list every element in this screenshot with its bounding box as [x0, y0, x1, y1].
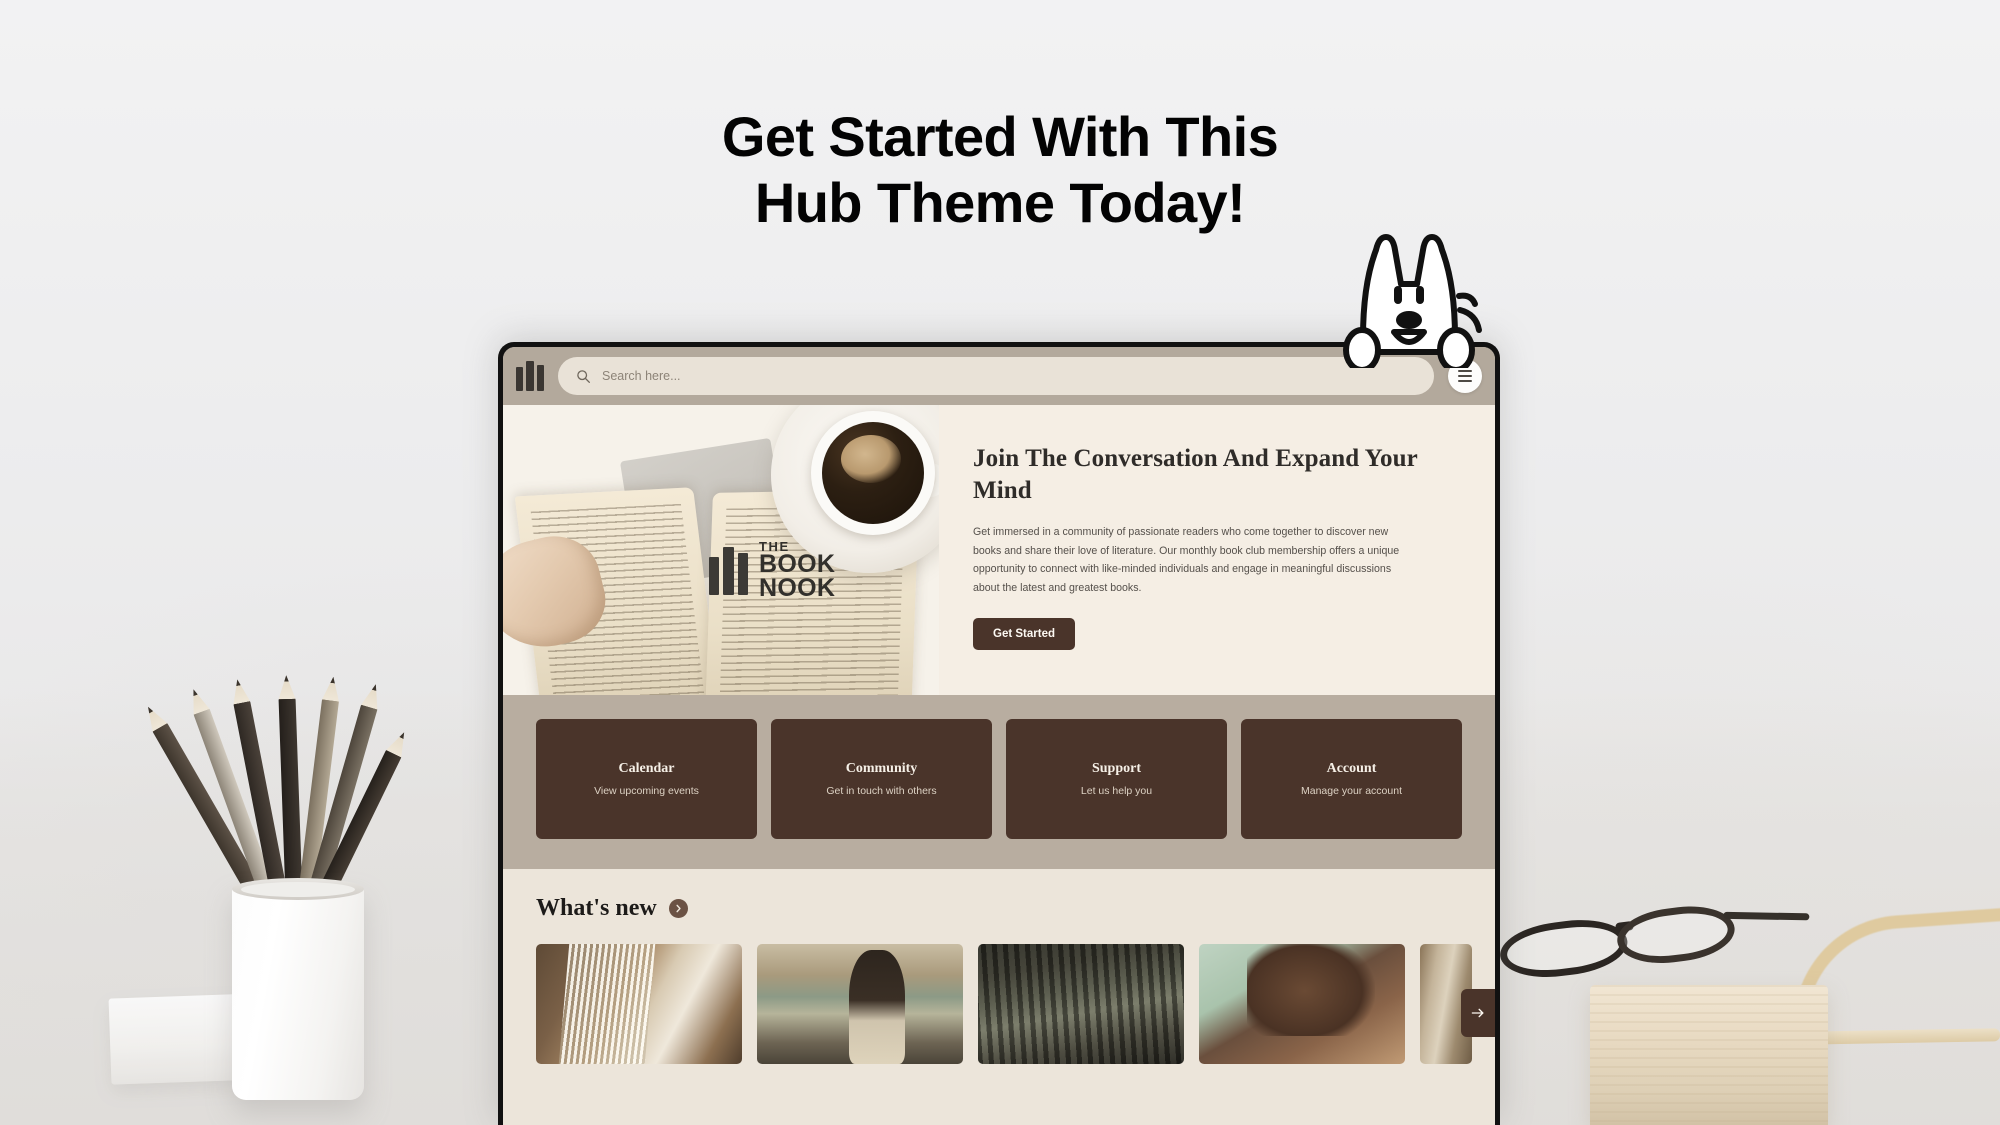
hero-copy: Join The Conversation And Expand Your Mi…: [939, 405, 1495, 695]
headline-line-2: Hub Theme Today!: [754, 171, 1246, 235]
quick-link-card-community[interactable]: Community Get in touch with others: [771, 719, 992, 839]
whats-new-carousel: [536, 944, 1472, 1064]
hero-section: THE BOOK NOOK Join The Conversation And …: [503, 405, 1495, 695]
promo-scene: Get Started With This Hub Theme Today! S…: [0, 0, 2000, 1125]
pencil-holder-cup: [232, 878, 364, 1100]
whats-new-header: What's new: [536, 895, 1462, 922]
search-input[interactable]: [602, 369, 1416, 383]
logo-line-3: NOOK: [759, 573, 836, 602]
card-subtitle: View upcoming events: [594, 785, 699, 797]
rabbit-mascot-icon: [1332, 228, 1492, 373]
card-title: Account: [1326, 761, 1377, 776]
quick-links-row: Calendar View upcoming events Community …: [536, 719, 1462, 839]
book-spines-logo-icon: [709, 546, 748, 595]
carousel-thumbnail[interactable]: [978, 944, 1184, 1064]
whats-new-section: What's new: [503, 869, 1495, 1064]
quick-links-band: Calendar View upcoming events Community …: [503, 695, 1495, 869]
arrow-right-icon[interactable]: [1461, 989, 1495, 1037]
quick-link-card-support[interactable]: Support Let us help you: [1006, 719, 1227, 839]
get-started-button[interactable]: Get Started: [973, 618, 1075, 651]
chevron-right-icon[interactable]: [668, 899, 688, 918]
wooden-block-prop: [1590, 985, 1828, 1125]
search-bar[interactable]: [558, 357, 1434, 395]
card-subtitle: Manage your account: [1301, 785, 1402, 797]
card-subtitle: Let us help you: [1080, 785, 1153, 797]
hero-body: Get immersed in a community of passionat…: [973, 526, 1400, 594]
card-title: Support: [1091, 761, 1142, 776]
quick-link-card-calendar[interactable]: Calendar View upcoming events: [536, 719, 757, 839]
promo-headline: Get Started With This Hub Theme Today!: [0, 104, 2000, 236]
card-subtitle: Get in touch with others: [826, 785, 937, 797]
coffee-cup: [811, 411, 935, 535]
search-icon: [576, 369, 591, 384]
whats-new-title: What's new: [536, 895, 657, 921]
pencil-cup-prop: [108, 640, 440, 1100]
card-title: Calendar: [618, 761, 675, 776]
book-spines-icon[interactable]: [516, 361, 544, 391]
quick-link-card-account[interactable]: Account Manage your account: [1241, 719, 1462, 839]
carousel-thumbnail[interactable]: [757, 944, 963, 1064]
carousel-thumbnail[interactable]: [1199, 944, 1405, 1064]
laptop-frame: THE BOOK NOOK Join The Conversation And …: [498, 342, 1500, 1125]
hero-photo: THE BOOK NOOK: [503, 405, 939, 695]
book-nook-logo: THE BOOK NOOK: [709, 540, 836, 602]
carousel-thumbnail[interactable]: [536, 944, 742, 1064]
laptop-screen: THE BOOK NOOK Join The Conversation And …: [503, 347, 1495, 1125]
card-title: Community: [845, 761, 918, 776]
headline-line-1: Get Started With This: [721, 105, 1279, 168]
hero-title: Join The Conversation And Expand Your Mi…: [973, 445, 1418, 504]
